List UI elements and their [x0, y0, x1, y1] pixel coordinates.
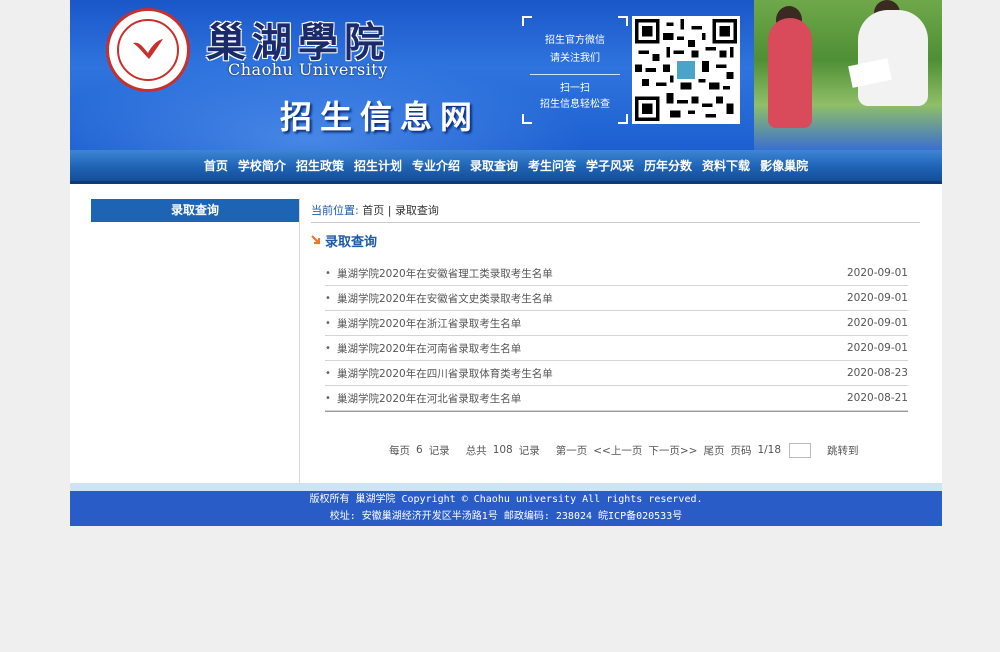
- qr-text-3: 扫一扫: [560, 83, 590, 94]
- list-item-date: 2020-09-01: [846, 317, 908, 329]
- list-item: • 巢湖学院2020年在河南省录取考生名单 2020-09-01: [325, 336, 908, 361]
- jump-page-input[interactable]: [789, 442, 812, 458]
- bullet: •: [325, 367, 331, 379]
- list-item-date: 2020-09-01: [846, 267, 908, 279]
- footer-copyright: 版权所有 巢湖学院 Copyright © Chaohu university …: [309, 494, 703, 505]
- bullet: •: [325, 292, 331, 304]
- admission-list: • 巢湖学院2020年在安徽省理工类录取考生名单 2020-09-01 • 巢湖…: [325, 261, 908, 411]
- bullet: •: [325, 267, 331, 279]
- corner-mark: [618, 16, 628, 26]
- breadcrumb-label: 当前位置:: [311, 204, 359, 217]
- list-item-date: 2020-09-01: [846, 342, 908, 354]
- records-label: 记录: [428, 444, 450, 457]
- footer: 版权所有 巢湖学院 Copyright © Chaohu university …: [70, 491, 942, 526]
- page-info: 1/18: [757, 444, 782, 456]
- corner-mark: [522, 16, 532, 26]
- list-item-link[interactable]: 巢湖学院2020年在浙江省录取考生名单: [337, 316, 838, 331]
- page: 巢湖學院 Chaohu University 招生信息网 招生官方微信 请关注我…: [70, 0, 942, 526]
- breadcrumb-current[interactable]: 录取查询: [395, 204, 439, 217]
- university-name-en: Chaohu University: [228, 60, 388, 79]
- main-nav: 首页 学校简介 招生政策 招生计划 专业介绍 录取查询 考生问答 学子风采 历年…: [70, 150, 942, 184]
- list-item-link[interactable]: 巢湖学院2020年在河南省录取考生名单: [337, 341, 838, 356]
- header-banner: 巢湖學院 Chaohu University 招生信息网 招生官方微信 请关注我…: [70, 0, 942, 150]
- prev-page-link[interactable]: <<上一页: [593, 443, 642, 458]
- page-label: 页码: [730, 444, 752, 457]
- records-label-2: 记录: [518, 444, 540, 457]
- nav-item-students[interactable]: 学子风采: [586, 149, 634, 183]
- nav-item-scores[interactable]: 历年分数: [644, 149, 692, 183]
- qr-code-icon: [635, 19, 737, 121]
- section-heading: 录取查询: [311, 230, 377, 250]
- list-item: • 巢湖学院2020年在安徽省文史类录取考生名单 2020-09-01: [325, 286, 908, 311]
- nav-item-home[interactable]: 首页: [204, 149, 228, 183]
- list-item-link[interactable]: 巢湖学院2020年在河北省录取考生名单: [337, 391, 838, 406]
- section-title: 录取查询: [325, 234, 378, 250]
- list-item-date: 2020-08-21: [846, 392, 908, 404]
- bullet: •: [325, 317, 331, 329]
- qr-text-2: 请关注我们: [550, 53, 600, 64]
- qr-divider: [530, 74, 620, 75]
- arrow-down-right-icon: [311, 235, 321, 245]
- total-label: 总共: [465, 444, 487, 457]
- breadcrumb-home[interactable]: 首页: [362, 204, 384, 217]
- list-bottom-divider: [325, 411, 908, 412]
- list-item-link[interactable]: 巢湖学院2020年在安徽省文史类录取考生名单: [337, 291, 838, 306]
- breadcrumb-separator: |: [387, 204, 392, 217]
- list-item: • 巢湖学院2020年在四川省录取体育类考生名单 2020-08-23: [325, 361, 908, 386]
- list-item: • 巢湖学院2020年在河北省录取考生名单 2020-08-21: [325, 386, 908, 411]
- list-item: • 巢湖学院2020年在浙江省录取考生名单 2020-09-01: [325, 311, 908, 336]
- total-value: 108: [492, 444, 513, 456]
- corner-mark: [522, 114, 532, 124]
- pagination: 每页 6 记录 总共 108 记录 第一页 <<上一页 下一页>> 尾页 页码 …: [389, 441, 865, 459]
- list-item-link[interactable]: 巢湖学院2020年在安徽省理工类录取考生名单: [337, 266, 838, 281]
- logo-emblem: [117, 19, 179, 81]
- per-page-label: 每页: [389, 444, 410, 457]
- qr-text-1: 招生官方微信: [545, 35, 605, 46]
- photo-figure: [768, 18, 812, 128]
- site-title: 招生信息网: [280, 98, 481, 136]
- nav-item-majors[interactable]: 专业介绍: [412, 149, 460, 183]
- list-item-link[interactable]: 巢湖学院2020年在四川省录取体育类考生名单: [337, 366, 838, 381]
- breadcrumb: 当前位置: 首页 | 录取查询: [311, 203, 920, 223]
- nav-item-faq[interactable]: 考生问答: [528, 149, 576, 183]
- per-page-value: 6: [416, 444, 423, 456]
- first-page-link[interactable]: 第一页: [556, 443, 588, 458]
- university-logo[interactable]: [106, 8, 190, 92]
- qr-text-4: 招生信息轻松查: [540, 99, 610, 110]
- list-item-date: 2020-08-23: [846, 367, 908, 379]
- list-item-date: 2020-09-01: [846, 292, 908, 304]
- sidebar-divider: [299, 198, 300, 483]
- sidebar-title[interactable]: 录取查询: [91, 199, 299, 222]
- nav-item-plan[interactable]: 招生计划: [354, 149, 402, 183]
- qr-code-image: [632, 16, 740, 124]
- footer-strip: [70, 483, 942, 491]
- next-page-link[interactable]: 下一页>>: [648, 443, 697, 458]
- photo-figure: [858, 10, 928, 106]
- jump-button[interactable]: 跳转到: [827, 443, 859, 458]
- bird-emblem-icon: [133, 39, 163, 59]
- nav-item-downloads[interactable]: 资料下载: [702, 149, 750, 183]
- last-page-link[interactable]: 尾页: [703, 443, 724, 458]
- nav-item-policy[interactable]: 招生政策: [296, 149, 344, 183]
- nav-item-about[interactable]: 学校简介: [238, 149, 286, 183]
- list-item: • 巢湖学院2020年在安徽省理工类录取考生名单 2020-09-01: [325, 261, 908, 286]
- footer-address: 校址: 安徽巢湖经济开发区半汤路1号 邮政编码: 238024 皖ICP备020…: [329, 511, 683, 522]
- nav-item-admission-query[interactable]: 录取查询: [470, 149, 518, 183]
- wechat-promo: 招生官方微信 请关注我们 扫一扫 招生信息轻松查: [522, 16, 628, 124]
- corner-mark: [618, 114, 628, 124]
- nav-item-gallery[interactable]: 影像巢院: [760, 149, 808, 183]
- bullet: •: [325, 392, 331, 404]
- students-photo: [754, 0, 942, 150]
- bullet: •: [325, 342, 331, 354]
